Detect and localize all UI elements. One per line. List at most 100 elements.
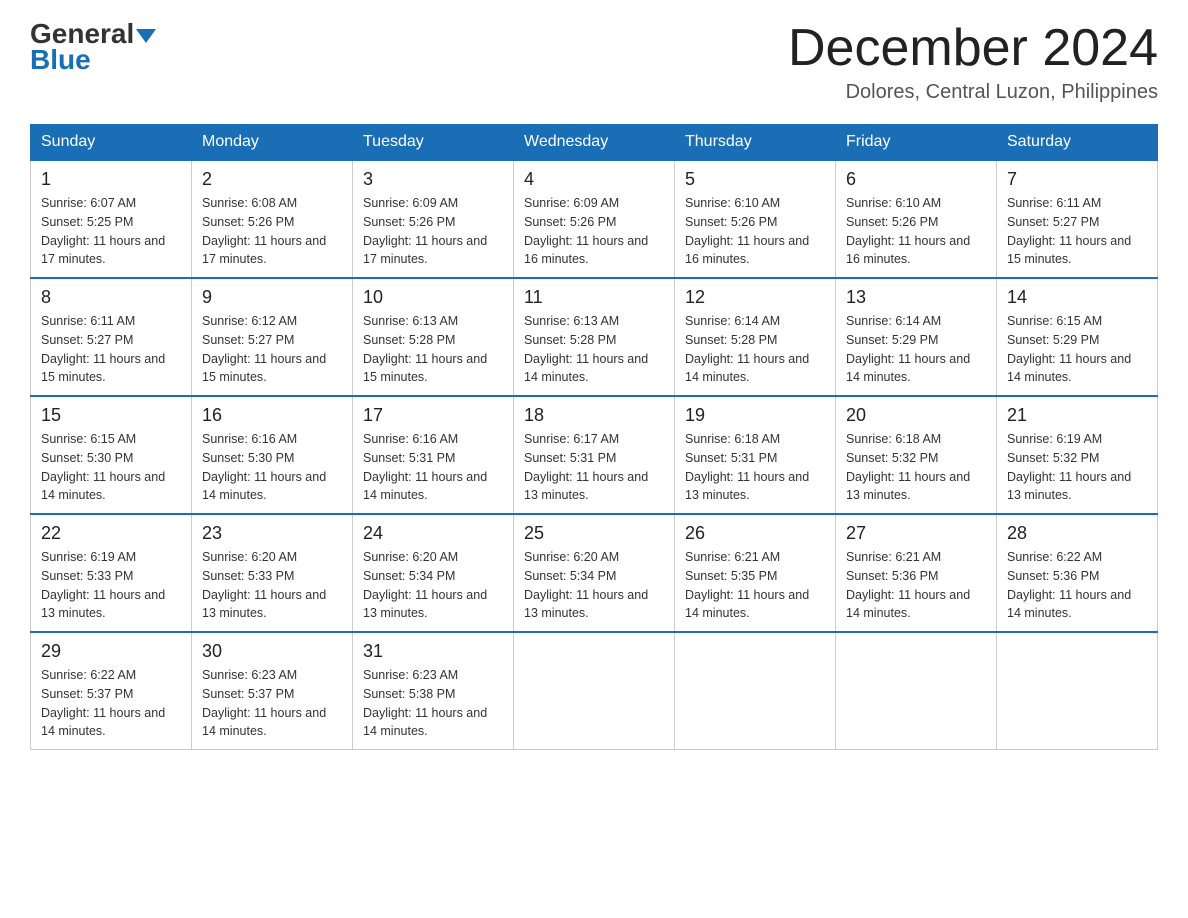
day-info: Sunrise: 6:15 AMSunset: 5:30 PMDaylight:… — [41, 430, 181, 505]
calendar-header: SundayMondayTuesdayWednesdayThursdayFrid… — [31, 125, 1158, 161]
day-number: 7 — [1007, 169, 1147, 190]
day-info: Sunrise: 6:10 AMSunset: 5:26 PMDaylight:… — [685, 194, 825, 269]
day-number: 25 — [524, 523, 664, 544]
day-number: 6 — [846, 169, 986, 190]
calendar-cell: 20 Sunrise: 6:18 AMSunset: 5:32 PMDayligh… — [836, 396, 997, 514]
calendar-cell — [675, 632, 836, 750]
day-number: 8 — [41, 287, 181, 308]
calendar-cell: 7 Sunrise: 6:11 AMSunset: 5:27 PMDaylight… — [997, 160, 1158, 278]
day-info: Sunrise: 6:20 AMSunset: 5:34 PMDaylight:… — [524, 548, 664, 623]
day-info: Sunrise: 6:23 AMSunset: 5:37 PMDaylight:… — [202, 666, 342, 741]
day-info: Sunrise: 6:14 AMSunset: 5:29 PMDaylight:… — [846, 312, 986, 387]
calendar-cell: 19 Sunrise: 6:18 AMSunset: 5:31 PMDayligh… — [675, 396, 836, 514]
weekday-header-sunday: Sunday — [31, 125, 192, 161]
day-info: Sunrise: 6:22 AMSunset: 5:36 PMDaylight:… — [1007, 548, 1147, 623]
day-info: Sunrise: 6:17 AMSunset: 5:31 PMDaylight:… — [524, 430, 664, 505]
calendar-cell: 22 Sunrise: 6:19 AMSunset: 5:33 PMDayligh… — [31, 514, 192, 632]
calendar-cell: 1 Sunrise: 6:07 AMSunset: 5:25 PMDaylight… — [31, 160, 192, 278]
day-info: Sunrise: 6:20 AMSunset: 5:33 PMDaylight:… — [202, 548, 342, 623]
day-info: Sunrise: 6:21 AMSunset: 5:36 PMDaylight:… — [846, 548, 986, 623]
day-info: Sunrise: 6:11 AMSunset: 5:27 PMDaylight:… — [1007, 194, 1147, 269]
day-number: 4 — [524, 169, 664, 190]
day-number: 21 — [1007, 405, 1147, 426]
weekday-header-wednesday: Wednesday — [514, 125, 675, 161]
day-info: Sunrise: 6:22 AMSunset: 5:37 PMDaylight:… — [41, 666, 181, 741]
day-info: Sunrise: 6:09 AMSunset: 5:26 PMDaylight:… — [363, 194, 503, 269]
calendar-week-4: 22 Sunrise: 6:19 AMSunset: 5:33 PMDayligh… — [31, 514, 1158, 632]
logo-triangle-icon — [136, 29, 156, 43]
day-info: Sunrise: 6:19 AMSunset: 5:33 PMDaylight:… — [41, 548, 181, 623]
day-info: Sunrise: 6:07 AMSunset: 5:25 PMDaylight:… — [41, 194, 181, 269]
location-title: Dolores, Central Luzon, Philippines — [788, 81, 1158, 104]
day-info: Sunrise: 6:13 AMSunset: 5:28 PMDaylight:… — [524, 312, 664, 387]
calendar-cell: 28 Sunrise: 6:22 AMSunset: 5:36 PMDayligh… — [997, 514, 1158, 632]
calendar-week-5: 29 Sunrise: 6:22 AMSunset: 5:37 PMDayligh… — [31, 632, 1158, 750]
day-info: Sunrise: 6:23 AMSunset: 5:38 PMDaylight:… — [363, 666, 503, 741]
weekday-header-monday: Monday — [192, 125, 353, 161]
day-number: 19 — [685, 405, 825, 426]
logo: General Blue — [30, 20, 156, 74]
weekday-header-row: SundayMondayTuesdayWednesdayThursdayFrid… — [31, 125, 1158, 161]
day-number: 22 — [41, 523, 181, 544]
day-number: 30 — [202, 641, 342, 662]
calendar-cell: 30 Sunrise: 6:23 AMSunset: 5:37 PMDayligh… — [192, 632, 353, 750]
calendar-cell: 24Sunrise: 6:20 AMSunset: 5:34 PMDayligh… — [353, 514, 514, 632]
calendar-week-1: 1 Sunrise: 6:07 AMSunset: 5:25 PMDaylight… — [31, 160, 1158, 278]
calendar-cell: 29 Sunrise: 6:22 AMSunset: 5:37 PMDayligh… — [31, 632, 192, 750]
day-number: 29 — [41, 641, 181, 662]
calendar-cell: 14Sunrise: 6:15 AMSunset: 5:29 PMDayligh… — [997, 278, 1158, 396]
calendar-cell: 4Sunrise: 6:09 AMSunset: 5:26 PMDaylight… — [514, 160, 675, 278]
calendar-cell: 3 Sunrise: 6:09 AMSunset: 5:26 PMDaylight… — [353, 160, 514, 278]
day-number: 16 — [202, 405, 342, 426]
calendar-cell — [514, 632, 675, 750]
day-info: Sunrise: 6:12 AMSunset: 5:27 PMDaylight:… — [202, 312, 342, 387]
day-info: Sunrise: 6:11 AMSunset: 5:27 PMDaylight:… — [41, 312, 181, 387]
day-number: 14 — [1007, 287, 1147, 308]
calendar-cell: 12Sunrise: 6:14 AMSunset: 5:28 PMDayligh… — [675, 278, 836, 396]
day-info: Sunrise: 6:10 AMSunset: 5:26 PMDaylight:… — [846, 194, 986, 269]
calendar-cell: 15 Sunrise: 6:15 AMSunset: 5:30 PMDayligh… — [31, 396, 192, 514]
day-number: 15 — [41, 405, 181, 426]
calendar-cell: 8 Sunrise: 6:11 AMSunset: 5:27 PMDaylight… — [31, 278, 192, 396]
calendar-cell — [836, 632, 997, 750]
day-info: Sunrise: 6:19 AMSunset: 5:32 PMDaylight:… — [1007, 430, 1147, 505]
day-number: 28 — [1007, 523, 1147, 544]
day-number: 3 — [363, 169, 503, 190]
calendar-cell: 17 Sunrise: 6:16 AMSunset: 5:31 PMDayligh… — [353, 396, 514, 514]
calendar-cell: 25 Sunrise: 6:20 AMSunset: 5:34 PMDayligh… — [514, 514, 675, 632]
calendar-cell: 31 Sunrise: 6:23 AMSunset: 5:38 PMDayligh… — [353, 632, 514, 750]
day-number: 5 — [685, 169, 825, 190]
calendar-cell: 11 Sunrise: 6:13 AMSunset: 5:28 PMDayligh… — [514, 278, 675, 396]
day-number: 20 — [846, 405, 986, 426]
calendar-week-3: 15 Sunrise: 6:15 AMSunset: 5:30 PMDayligh… — [31, 396, 1158, 514]
calendar-week-2: 8 Sunrise: 6:11 AMSunset: 5:27 PMDaylight… — [31, 278, 1158, 396]
weekday-header-saturday: Saturday — [997, 125, 1158, 161]
day-number: 2 — [202, 169, 342, 190]
day-info: Sunrise: 6:16 AMSunset: 5:31 PMDaylight:… — [363, 430, 503, 505]
weekday-header-thursday: Thursday — [675, 125, 836, 161]
day-number: 31 — [363, 641, 503, 662]
day-info: Sunrise: 6:20 AMSunset: 5:34 PMDaylight:… — [363, 548, 503, 623]
day-number: 17 — [363, 405, 503, 426]
day-info: Sunrise: 6:18 AMSunset: 5:32 PMDaylight:… — [846, 430, 986, 505]
day-info: Sunrise: 6:16 AMSunset: 5:30 PMDaylight:… — [202, 430, 342, 505]
calendar-cell: 13Sunrise: 6:14 AMSunset: 5:29 PMDayligh… — [836, 278, 997, 396]
day-number: 27 — [846, 523, 986, 544]
day-number: 11 — [524, 287, 664, 308]
day-info: Sunrise: 6:21 AMSunset: 5:35 PMDaylight:… — [685, 548, 825, 623]
day-number: 26 — [685, 523, 825, 544]
day-info: Sunrise: 6:08 AMSunset: 5:26 PMDaylight:… — [202, 194, 342, 269]
calendar-cell: 27 Sunrise: 6:21 AMSunset: 5:36 PMDayligh… — [836, 514, 997, 632]
calendar-cell — [997, 632, 1158, 750]
month-title: December 2024 — [788, 20, 1158, 77]
calendar-cell: 23Sunrise: 6:20 AMSunset: 5:33 PMDayligh… — [192, 514, 353, 632]
calendar-cell: 26 Sunrise: 6:21 AMSunset: 5:35 PMDayligh… — [675, 514, 836, 632]
logo-blue-text: Blue — [30, 46, 91, 74]
day-number: 10 — [363, 287, 503, 308]
calendar-cell: 2 Sunrise: 6:08 AMSunset: 5:26 PMDaylight… — [192, 160, 353, 278]
calendar-cell: 9Sunrise: 6:12 AMSunset: 5:27 PMDaylight… — [192, 278, 353, 396]
day-info: Sunrise: 6:18 AMSunset: 5:31 PMDaylight:… — [685, 430, 825, 505]
calendar-body: 1 Sunrise: 6:07 AMSunset: 5:25 PMDaylight… — [31, 160, 1158, 750]
calendar-cell: 6 Sunrise: 6:10 AMSunset: 5:26 PMDaylight… — [836, 160, 997, 278]
day-number: 1 — [41, 169, 181, 190]
